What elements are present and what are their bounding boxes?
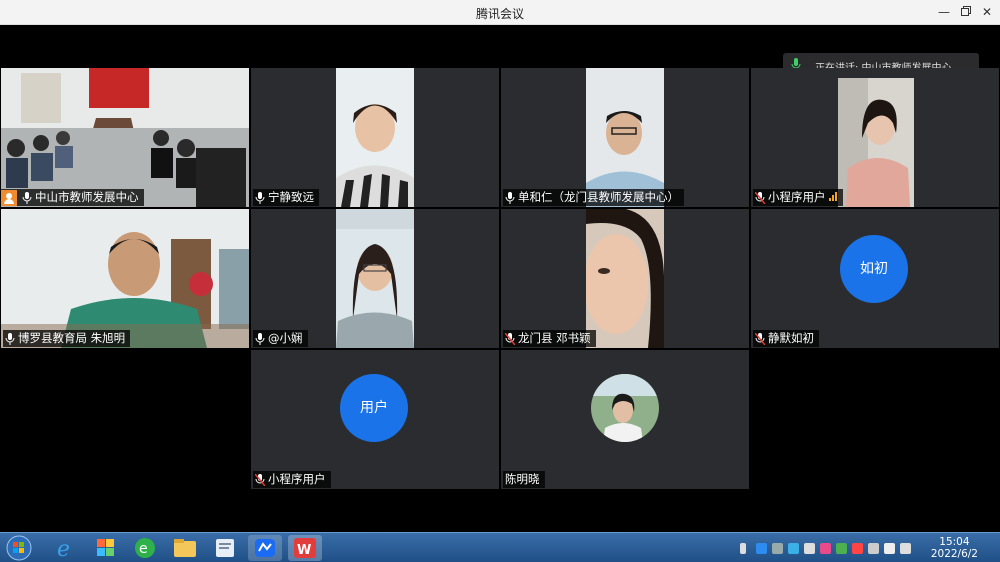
wps-icon[interactable]: W bbox=[288, 535, 322, 561]
svg-text:W: W bbox=[297, 543, 311, 558]
clock[interactable]: 15:04 2022/6/2 bbox=[931, 536, 978, 560]
title-bar: 腾讯会议 — ✕ bbox=[0, 0, 1000, 25]
avatar: 用户 bbox=[340, 374, 408, 442]
participant-name-tag: 单和仁（龙门县教师发展中心） bbox=[503, 189, 684, 206]
avatar bbox=[591, 374, 659, 442]
participant-video bbox=[336, 68, 414, 207]
tray-app-icon[interactable] bbox=[804, 543, 815, 554]
meeting-stage: 正在讲话: 中山市教师发展中心... bbox=[0, 25, 1000, 532]
restore-icon[interactable] bbox=[957, 4, 975, 20]
video-tile-3[interactable]: 单和仁（龙门县教师发展中心） bbox=[501, 68, 749, 207]
tray-network-icon[interactable] bbox=[868, 543, 879, 554]
participant-name: 龙门县 邓书颖 bbox=[518, 331, 591, 345]
host-badge-icon bbox=[1, 189, 17, 206]
video-tile-7[interactable]: 龙门县 邓书颖 bbox=[501, 209, 749, 348]
tray-display-icon[interactable] bbox=[900, 543, 911, 554]
tencent-meeting-taskbar-icon[interactable] bbox=[248, 535, 282, 561]
participant-name-tag: 陈明晓 bbox=[503, 471, 545, 488]
svg-text:e: e bbox=[139, 541, 148, 557]
mic-icon bbox=[255, 332, 265, 345]
svg-text:e: e bbox=[57, 537, 70, 561]
participant-name-tag: 小程序用户 bbox=[753, 189, 843, 206]
participant-video bbox=[1, 209, 249, 348]
participant-name: 陈明晓 bbox=[505, 472, 540, 486]
video-tile-10[interactable]: 陈明晓 bbox=[501, 350, 749, 489]
participant-name-tag: 小程序用户 bbox=[253, 471, 331, 488]
participant-video bbox=[586, 68, 664, 207]
video-tile-4[interactable]: 小程序用户 bbox=[751, 68, 999, 207]
window-title: 腾讯会议 bbox=[475, 7, 524, 21]
participant-name: 小程序用户 bbox=[768, 190, 826, 204]
tray-meeting-icon[interactable] bbox=[756, 543, 767, 554]
clock-time: 15:04 bbox=[939, 536, 970, 548]
taskbar: e e W 15:04 2022/6/2 bbox=[0, 532, 1000, 562]
system-tray: 15:04 2022/6/2 bbox=[740, 533, 1000, 562]
participant-name: @小娴 bbox=[268, 331, 303, 345]
tray-app-icon[interactable] bbox=[836, 543, 847, 554]
video-tile-6[interactable]: @小娴 bbox=[251, 209, 499, 348]
tray-app-icon[interactable] bbox=[820, 543, 831, 554]
video-tile-9[interactable]: 用户 小程序用户 bbox=[251, 350, 499, 489]
close-icon[interactable]: ✕ bbox=[978, 4, 996, 20]
participant-name: 博罗县教育局 朱旭明 bbox=[18, 331, 126, 345]
folder-icon[interactable] bbox=[168, 535, 202, 561]
ie-icon[interactable]: e bbox=[48, 535, 82, 562]
volume-icon[interactable] bbox=[884, 543, 895, 554]
avatar: 如初 bbox=[840, 235, 908, 303]
participant-name-tag: 龙门县 邓书颖 bbox=[503, 330, 596, 347]
participant-name-tag: 宁静致远 bbox=[253, 189, 319, 206]
mic-muted-icon bbox=[754, 191, 766, 204]
participant-name: 中山市教师发展中心 bbox=[35, 190, 139, 204]
participant-name-tag: 中山市教师发展中心 bbox=[1, 189, 144, 206]
participant-video bbox=[586, 209, 664, 348]
mic-icon bbox=[255, 191, 265, 204]
minimize-icon[interactable]: — bbox=[935, 4, 953, 20]
participant-name-tag: 博罗县教育局 朱旭明 bbox=[3, 330, 131, 347]
mic-muted-icon bbox=[254, 473, 266, 486]
signal-icon bbox=[828, 189, 838, 206]
video-tile-2[interactable]: 宁静致远 bbox=[251, 68, 499, 207]
start-button[interactable] bbox=[4, 535, 38, 561]
participant-name: 小程序用户 bbox=[268, 472, 326, 486]
tray-arrow-icon[interactable] bbox=[740, 543, 746, 554]
app-icon[interactable] bbox=[88, 535, 122, 561]
participant-name: 静默如初 bbox=[768, 331, 814, 345]
app-icon-2[interactable] bbox=[208, 535, 242, 561]
mic-icon bbox=[505, 191, 515, 204]
mic-muted-icon bbox=[754, 332, 766, 345]
participant-name: 宁静致远 bbox=[268, 190, 314, 204]
tray-app-icon[interactable] bbox=[772, 543, 783, 554]
mic-icon bbox=[5, 332, 15, 345]
clock-date: 2022/6/2 bbox=[930, 548, 978, 560]
participant-name: 单和仁（龙门县教师发展中心） bbox=[518, 190, 679, 204]
video-tile-8[interactable]: 如初 静默如初 bbox=[751, 209, 999, 348]
mic-muted-icon bbox=[504, 332, 516, 345]
tray-app-icon[interactable] bbox=[788, 543, 799, 554]
participant-video bbox=[838, 78, 914, 207]
video-tile-5[interactable]: 博罗县教育局 朱旭明 bbox=[1, 209, 249, 348]
participant-name-tag: 静默如初 bbox=[753, 330, 819, 347]
browser-icon[interactable]: e bbox=[128, 535, 162, 561]
conference-room-video bbox=[1, 68, 249, 207]
participant-name-tag: @小娴 bbox=[253, 330, 308, 347]
mic-icon bbox=[22, 191, 32, 204]
video-tile-1[interactable]: 中山市教师发展中心 bbox=[1, 68, 249, 207]
participant-video bbox=[336, 209, 414, 348]
tray-flag-icon[interactable] bbox=[852, 543, 863, 554]
